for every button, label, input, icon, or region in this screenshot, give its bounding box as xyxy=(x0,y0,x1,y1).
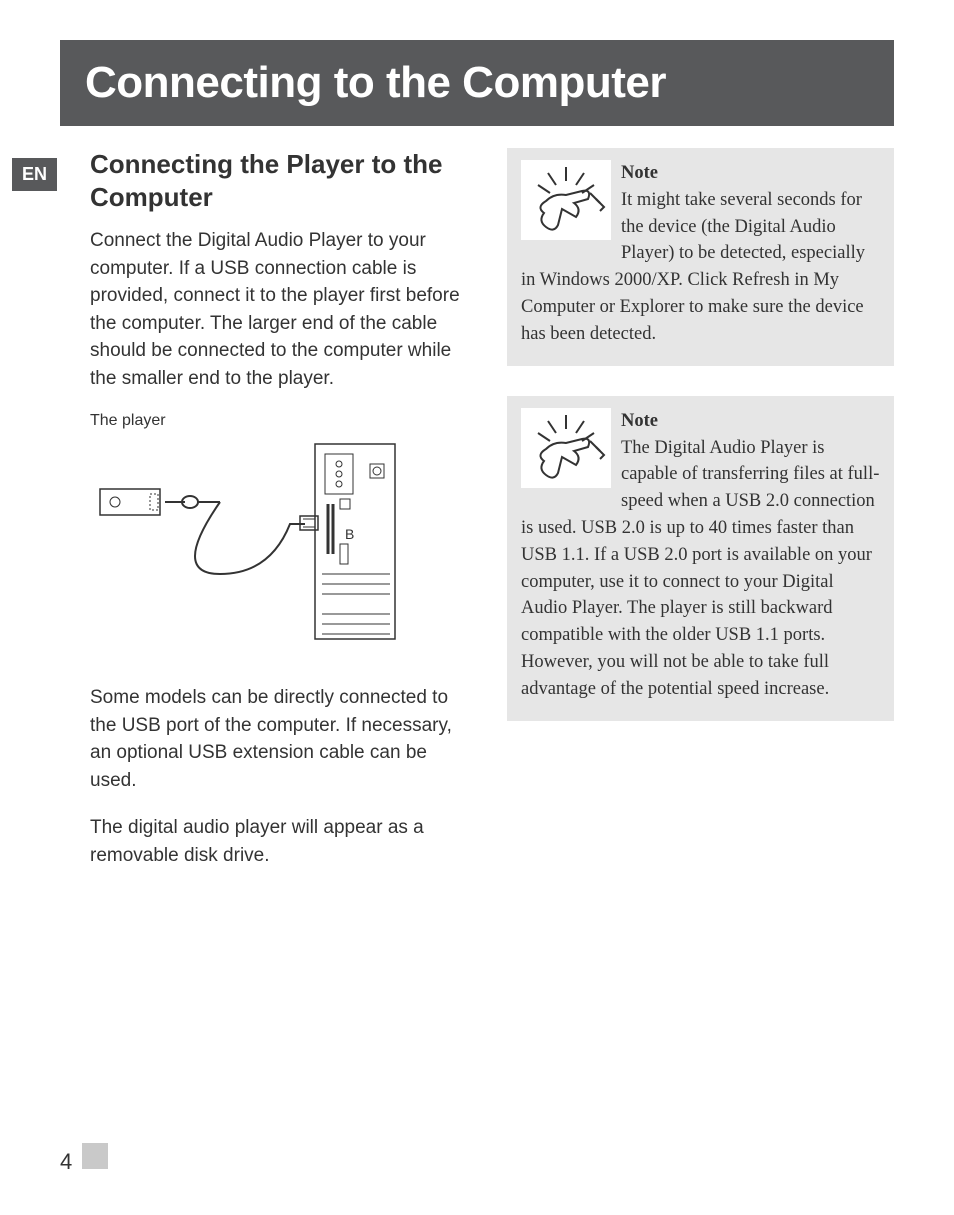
page-number: 4 xyxy=(60,1149,72,1175)
connection-diagram: B xyxy=(90,434,400,664)
svg-text:B: B xyxy=(345,526,354,542)
content-area: Connecting the Player to the Computer Co… xyxy=(90,148,894,890)
note-box-2: Note The Digital Audio Player is capable… xyxy=(507,396,894,721)
diagram-label: The player xyxy=(90,412,477,430)
left-column: Connecting the Player to the Computer Co… xyxy=(90,148,477,890)
note-icon xyxy=(521,160,611,240)
paragraph-1: Connect the Digital Audio Player to your… xyxy=(90,227,477,392)
page-title-bar: Connecting to the Computer xyxy=(60,40,894,126)
page-title: Connecting to the Computer xyxy=(85,58,666,107)
section-heading: Connecting the Player to the Computer xyxy=(90,148,477,213)
page-decoration-block xyxy=(82,1143,108,1169)
note-box-1: Note It might take several seconds for t… xyxy=(507,148,894,366)
paragraph-2: Some models can be directly connected to… xyxy=(90,684,477,794)
right-column: Note It might take several seconds for t… xyxy=(507,148,894,890)
page-footer: 4 xyxy=(60,1143,108,1175)
paragraph-3: The digital audio player will appear as … xyxy=(90,814,477,869)
language-code: EN xyxy=(22,164,47,184)
language-badge: EN xyxy=(12,158,57,191)
note-icon xyxy=(521,408,611,488)
